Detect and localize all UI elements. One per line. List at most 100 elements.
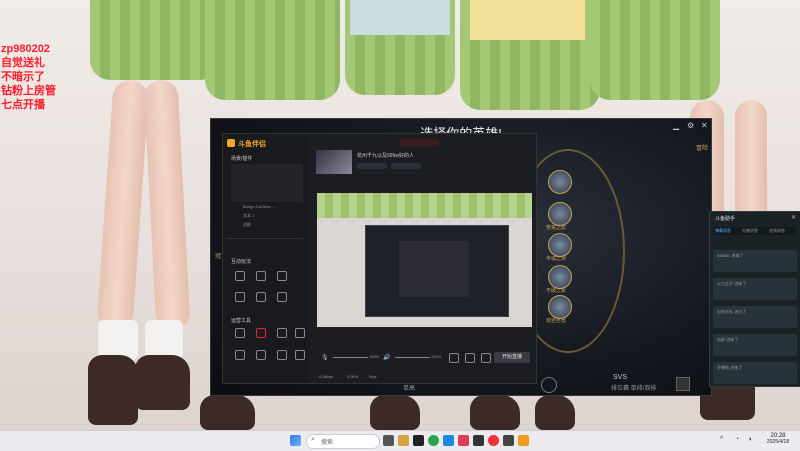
mic-volume-value: 100% xyxy=(369,354,380,359)
chat-message: 598881 进来了 xyxy=(713,250,797,272)
settings-icon[interactable]: ⚙ xyxy=(687,121,694,130)
scene-item[interactable]: 边框 xyxy=(243,222,251,228)
hero-portrait[interactable] xyxy=(548,170,572,194)
stream-preview xyxy=(317,193,532,327)
speaker-icon[interactable]: 🔊 xyxy=(383,354,390,361)
chat-tabs: 弹幕消息 礼物消息 进场消息 xyxy=(714,227,796,235)
volume-icon[interactable]: ◖ xyxy=(748,436,752,443)
app-icon[interactable] xyxy=(488,435,499,446)
hero-portrait[interactable] xyxy=(548,265,572,289)
chat-message-text: 开播啦 进来了 xyxy=(717,365,743,370)
app-icon[interactable] xyxy=(428,435,439,446)
scene-item[interactable]: Bongo Cat Mve... xyxy=(243,204,274,209)
speaker-volume-value: 101% xyxy=(431,354,442,359)
tool-icon[interactable] xyxy=(481,353,491,363)
game-label-left: 冠 xyxy=(215,254,222,260)
tool-icon[interactable] xyxy=(277,271,287,281)
chat-message-text: 598881 进来了 xyxy=(717,253,744,258)
stat-fps: 0fps xyxy=(369,374,377,379)
search-box[interactable]: ⌕ 搜索 xyxy=(306,434,380,449)
hero-portrait[interactable] xyxy=(548,233,572,257)
live-notice-badge[interactable] xyxy=(399,139,439,146)
start-live-button[interactable]: 开始直播 xyxy=(494,352,530,363)
tool-icon[interactable] xyxy=(465,353,475,363)
chat-message: 开播啦 进来了 xyxy=(713,362,797,384)
stream-overlay-text: zp980202 自觉送礼 不暗示了 钻粉上房管 七点开播 xyxy=(1,42,56,112)
interaction-section-header: 互动玩法 xyxy=(231,259,252,265)
category-tag[interactable] xyxy=(391,163,421,169)
tab-danmu[interactable]: 弹幕消息 xyxy=(715,228,731,234)
plugin-icon[interactable] xyxy=(295,350,305,360)
stat-bitrate: 0.0kbps xyxy=(319,374,334,379)
tab-gift[interactable]: 礼物消息 xyxy=(742,228,758,234)
game-label-right: 冒险 xyxy=(696,146,709,152)
hero-portrait[interactable] xyxy=(548,202,572,226)
plugin-icon[interactable] xyxy=(235,350,245,360)
room-cover-image xyxy=(316,150,352,174)
wifi-icon[interactable]: ◔ xyxy=(735,436,739,443)
app-icon[interactable] xyxy=(413,435,424,446)
minimize-button[interactable]: ▁ xyxy=(673,121,679,130)
scene-item[interactable]: 文本 1 xyxy=(243,213,254,219)
app-icon[interactable] xyxy=(458,435,469,446)
chat-message: 钻粉 进来了 xyxy=(713,334,797,356)
plugin-icon[interactable] xyxy=(277,350,287,360)
overlay-line: 钻粉上房管 xyxy=(1,85,56,97)
tool-icon[interactable] xyxy=(449,353,459,363)
app-icon[interactable] xyxy=(443,435,454,446)
plugins-section-header: 运营工具 xyxy=(231,318,252,324)
room-title[interactable]: 杭州千九以及999w好的人 xyxy=(357,152,414,159)
tool-icon[interactable] xyxy=(235,271,245,281)
mode-sub-label: 排位赛 单排/双排 xyxy=(611,386,657,392)
tool-icon[interactable] xyxy=(256,292,266,302)
app-icon[interactable] xyxy=(518,435,529,446)
plugin-icon[interactable] xyxy=(256,328,266,338)
tool-icon[interactable] xyxy=(235,292,245,302)
chat-panel-title: 斗鱼助手 xyxy=(715,216,736,222)
close-icon[interactable]: ✕ xyxy=(701,121,708,130)
search-icon: ⌕ xyxy=(311,436,315,443)
plugin-icon[interactable] xyxy=(256,350,266,360)
taskbar: ⌕ 搜索 ^ ◔ ◖ 20:28 2025/4/18 xyxy=(0,430,800,451)
hero-label: 熔岩巨兽 xyxy=(546,318,567,324)
category-tag[interactable] xyxy=(357,163,387,169)
hero-label: 荒芜之影 xyxy=(546,225,567,231)
hero-label: 丰城之荷 xyxy=(546,256,567,262)
chat-message-text: 钻粉 进来了 xyxy=(717,337,739,342)
overlay-line: 七点开播 xyxy=(1,99,45,111)
streaming-app-window[interactable]: 斗鱼伴侣 场景/插件 Bongo Cat Mve... 文本 1 边框 互动玩法… xyxy=(222,133,537,384)
overlay-line: 不暗示了 xyxy=(1,71,45,83)
plugin-icon[interactable] xyxy=(277,328,287,338)
mode-label: SVS xyxy=(613,374,628,381)
app-sidebar: 斗鱼伴侣 场景/插件 Bongo Cat Mve... 文本 1 边框 互动玩法… xyxy=(223,134,307,383)
start-button[interactable] xyxy=(290,435,301,446)
app-icon[interactable] xyxy=(503,435,514,446)
chat-message-text: 火力全开 进来了 xyxy=(717,281,747,286)
speaker-volume-slider[interactable] xyxy=(395,357,430,358)
task-view-icon[interactable] xyxy=(383,435,394,446)
emote-button[interactable] xyxy=(676,377,690,391)
mic-volume-slider[interactable] xyxy=(333,357,368,358)
plugin-icon[interactable] xyxy=(235,328,245,338)
plugin-icon[interactable] xyxy=(295,328,305,338)
chat-message-text: 自觉送礼 送出了 xyxy=(717,309,747,314)
mic-icon[interactable]: 🎙 xyxy=(321,354,329,361)
tool-icon[interactable] xyxy=(256,271,266,281)
chat-message: 火力全开 进来了 xyxy=(713,278,797,300)
stat-drop: 0.00% xyxy=(347,374,359,379)
scene-section-header[interactable]: 场景/插件 xyxy=(231,155,252,162)
scene-list xyxy=(231,164,303,202)
chat-message: 自觉送礼 送出了 xyxy=(713,306,797,328)
tray-chevron-icon[interactable]: ^ xyxy=(720,436,723,443)
close-icon[interactable]: ✕ xyxy=(791,214,796,221)
hero-portrait[interactable] xyxy=(548,295,572,319)
hero-label: 不破之斩 xyxy=(546,288,567,294)
tool-icon[interactable] xyxy=(277,292,287,302)
app-icon[interactable] xyxy=(473,435,484,446)
app-icon[interactable] xyxy=(398,435,409,446)
clock[interactable]: 20:28 2025/4/18 xyxy=(762,433,794,445)
chat-input-hint[interactable]: 单高 xyxy=(403,383,415,392)
chat-assistant-panel[interactable]: 斗鱼助手 ✕ 弹幕消息 礼物消息 进场消息 598881 进来了 火力全开 进来… xyxy=(709,211,800,387)
lock-in-button[interactable] xyxy=(541,377,557,393)
tab-enter[interactable]: 进场消息 xyxy=(769,228,785,234)
